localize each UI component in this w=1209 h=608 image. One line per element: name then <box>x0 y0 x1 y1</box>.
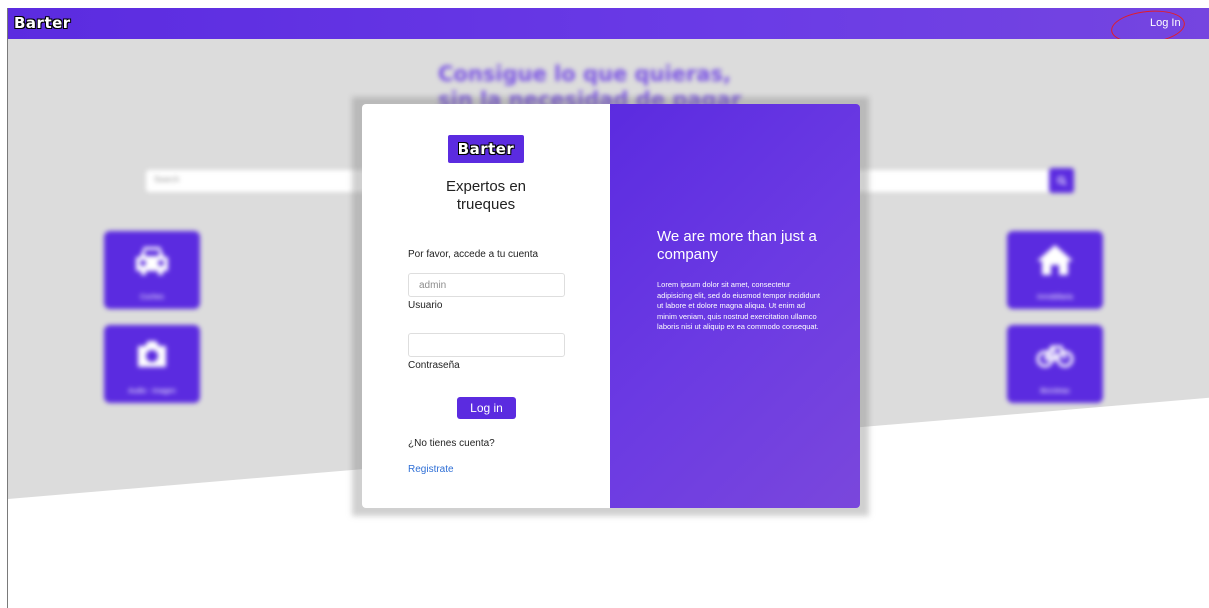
home-icon <box>1037 245 1073 275</box>
password-label: Contraseña <box>408 360 460 371</box>
category-card-audio[interactable]: Audio - Imagen <box>104 325 200 403</box>
car-icon <box>136 247 168 275</box>
login-prompt: Por favor, accede a tu cuenta <box>408 249 539 260</box>
modal-logo-text: Barter <box>457 140 515 158</box>
search-icon <box>1056 175 1066 185</box>
tagline: Expertos en trueques <box>445 178 527 213</box>
category-label: Bicicletas <box>1040 388 1070 395</box>
search-placeholder: Search <box>154 175 180 184</box>
info-body: Lorem ipsum dolor sit amet, consectetur … <box>657 280 821 331</box>
category-label: Coches <box>140 294 164 301</box>
category-card-inmobiliaria[interactable]: Inmobiliaria <box>1007 231 1103 309</box>
password-input[interactable] <box>408 333 565 357</box>
login-panel: Barter Expertos en trueques Por favor, a… <box>362 104 610 508</box>
login-modal: Barter Expertos en trueques Por favor, a… <box>362 104 860 508</box>
register-link[interactable]: Registrate <box>408 464 454 475</box>
info-title: We are more than just a company <box>657 228 817 263</box>
search-button[interactable] <box>1049 168 1074 193</box>
brand-logo[interactable]: Barter <box>14 14 71 32</box>
no-account-text: ¿No tienes cuenta? <box>408 438 495 449</box>
username-label: Usuario <box>408 300 443 311</box>
category-label: Audio - Imagen <box>128 388 176 395</box>
top-navbar: Barter Log In <box>8 8 1209 39</box>
category-card-coches[interactable]: Coches <box>104 231 200 309</box>
bicycle-icon <box>1036 345 1074 368</box>
category-card-bicicletas[interactable]: Bicicletas <box>1007 325 1103 403</box>
hero-title-line1: Consigue lo que quieras, <box>438 62 731 86</box>
category-label: Inmobiliaria <box>1037 294 1073 301</box>
modal-logo: Barter <box>448 135 524 163</box>
info-panel: We are more than just a company Lorem ip… <box>610 104 860 508</box>
login-button[interactable]: Log in <box>457 397 516 419</box>
username-input[interactable] <box>408 273 565 297</box>
camera-icon <box>138 341 166 367</box>
